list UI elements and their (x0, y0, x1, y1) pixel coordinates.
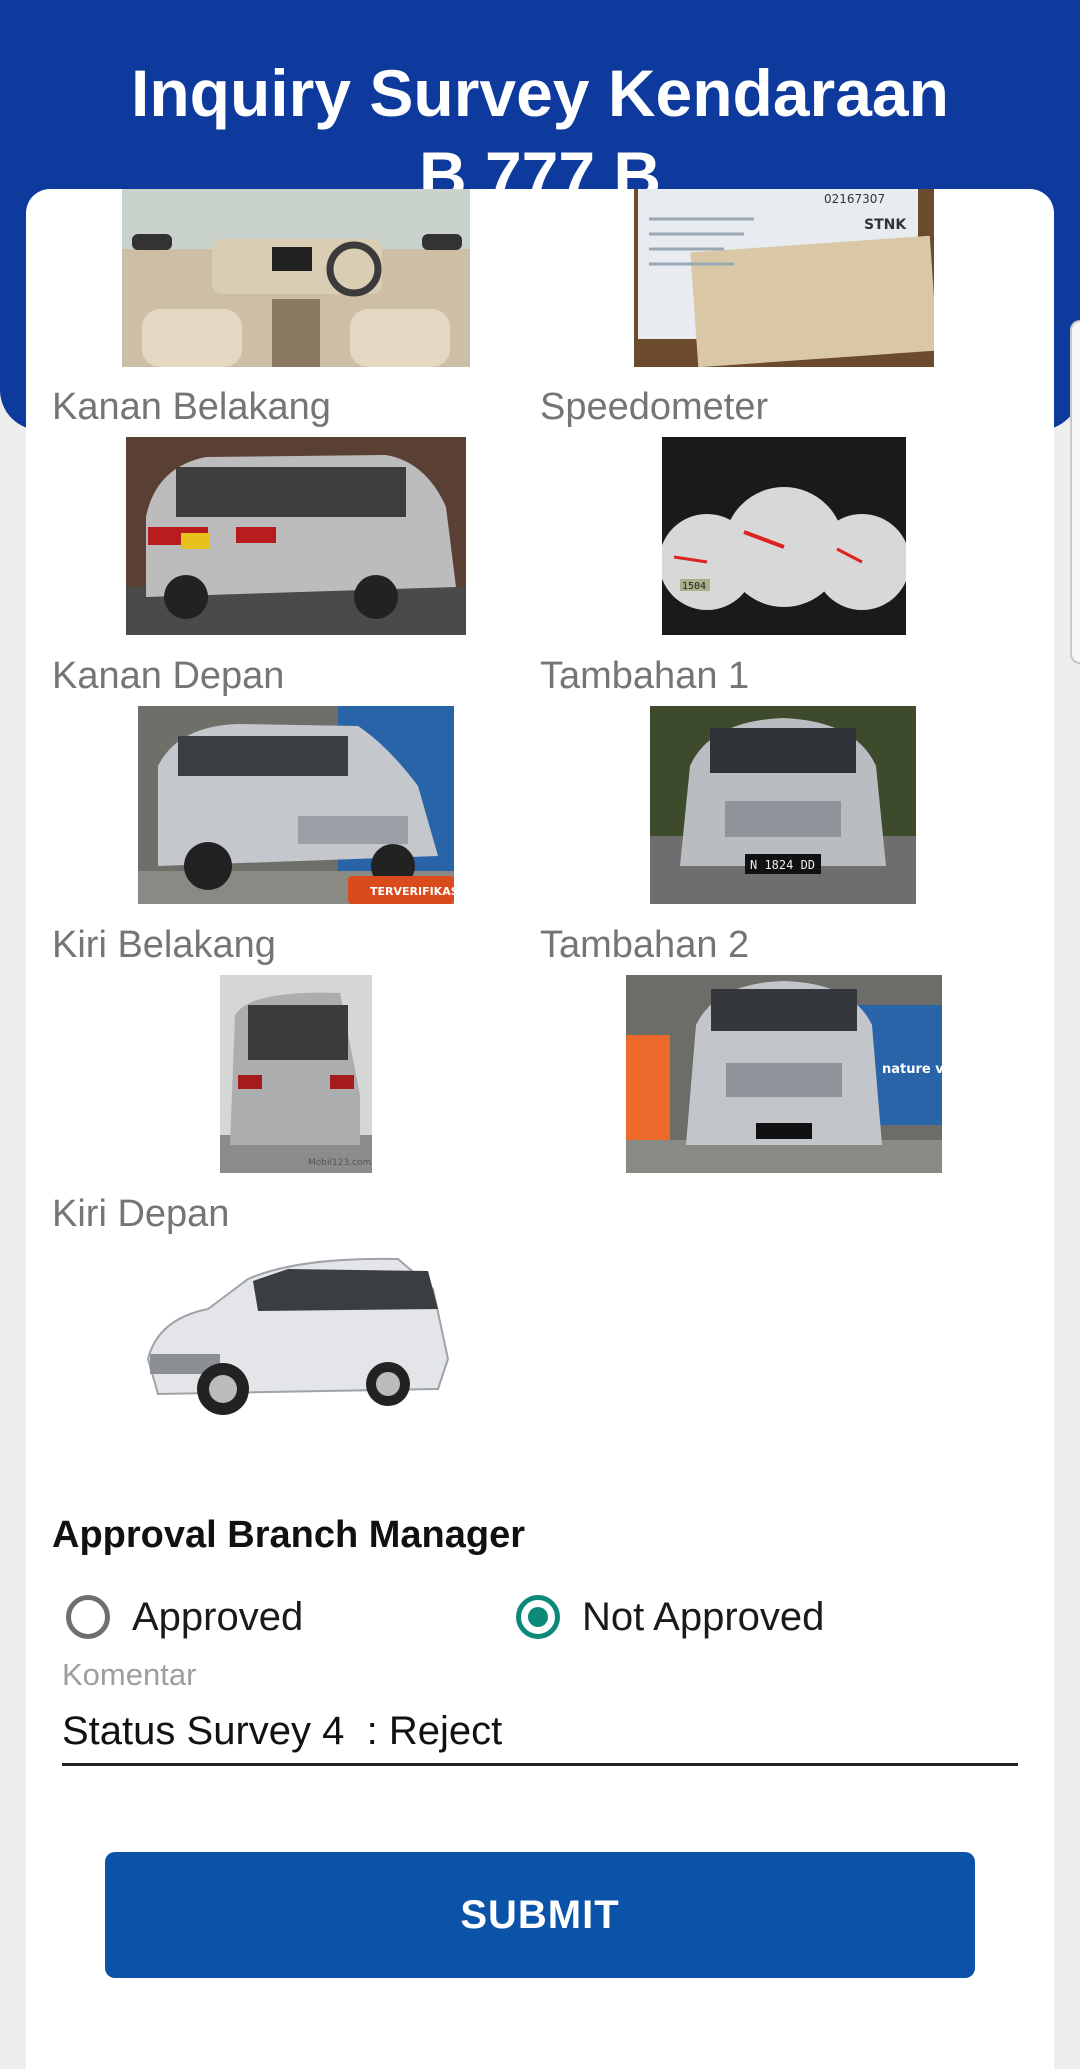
photo-kiri-depan[interactable] (138, 1249, 454, 1417)
radio-not-approved-label: Not Approved (582, 1594, 825, 1639)
side-scroll-handle[interactable] (1070, 320, 1080, 664)
label-tambahan-1: Tambahan 1 (540, 655, 750, 697)
photo-stnk[interactable]: 02167307 STNK (634, 189, 934, 367)
survey-card: 02167307 STNK Kanan Belakang Speedometer (26, 189, 1054, 2069)
odometer-text: 1504 (682, 581, 706, 592)
comment-input[interactable] (62, 1699, 1018, 1766)
verified-badge-text: TERVERIFIKASI (370, 885, 454, 898)
radio-approved-circle[interactable] (66, 1595, 110, 1639)
stnk-number-text: 02167307 (824, 192, 885, 206)
photo-tambahan-1[interactable]: N 1824 DD (650, 706, 916, 904)
extra-2-car-image: nature vices (626, 975, 942, 1173)
page-title-line1: Inquiry Survey Kendaraan (131, 56, 949, 130)
photo-interior[interactable] (122, 189, 470, 367)
radio-approved-label: Approved (132, 1594, 304, 1639)
radio-not-approved[interactable]: Not Approved (516, 1587, 824, 1647)
label-kanan-depan: Kanan Depan (52, 655, 285, 697)
photo-kanan-belakang[interactable] (126, 437, 466, 635)
radio-not-approved-circle[interactable] (516, 1595, 560, 1639)
photo-kanan-depan[interactable]: TERVERIFIKASI (138, 706, 454, 904)
signature-services-text: nature vices (882, 1062, 942, 1077)
label-speedometer: Speedometer (540, 386, 769, 428)
label-kanan-belakang: Kanan Belakang (52, 386, 331, 428)
extra-1-car-image: N 1824 DD (650, 706, 916, 904)
approval-title: Approval Branch Manager (52, 1514, 525, 1556)
rear-left-car-image: Mobil123.com (220, 975, 372, 1173)
comment-label: Komentar (62, 1657, 197, 1692)
stnk-image: 02167307 STNK (634, 189, 934, 367)
submit-button[interactable]: SUBMIT (105, 1852, 975, 1978)
front-right-car-image: TERVERIFIKASI (138, 706, 454, 904)
speedometer-image: 1504 (662, 437, 906, 635)
label-tambahan-2: Tambahan 2 (540, 924, 750, 966)
rear-right-car-image (126, 437, 466, 635)
photo-tambahan-2[interactable]: nature vices (626, 975, 942, 1173)
stnk-text: STNK (864, 217, 907, 233)
front-left-car-image (138, 1249, 454, 1417)
watermark-text: Mobil123.com (308, 1158, 371, 1168)
photo-speedometer[interactable]: 1504 (662, 437, 906, 635)
radio-approved[interactable]: Approved (66, 1587, 303, 1647)
label-kiri-belakang: Kiri Belakang (52, 924, 276, 966)
label-kiri-depan: Kiri Depan (52, 1193, 230, 1235)
plate-text: N 1824 DD (750, 858, 815, 872)
interior-image (122, 189, 470, 367)
photo-kiri-belakang[interactable]: Mobil123.com (220, 975, 372, 1173)
